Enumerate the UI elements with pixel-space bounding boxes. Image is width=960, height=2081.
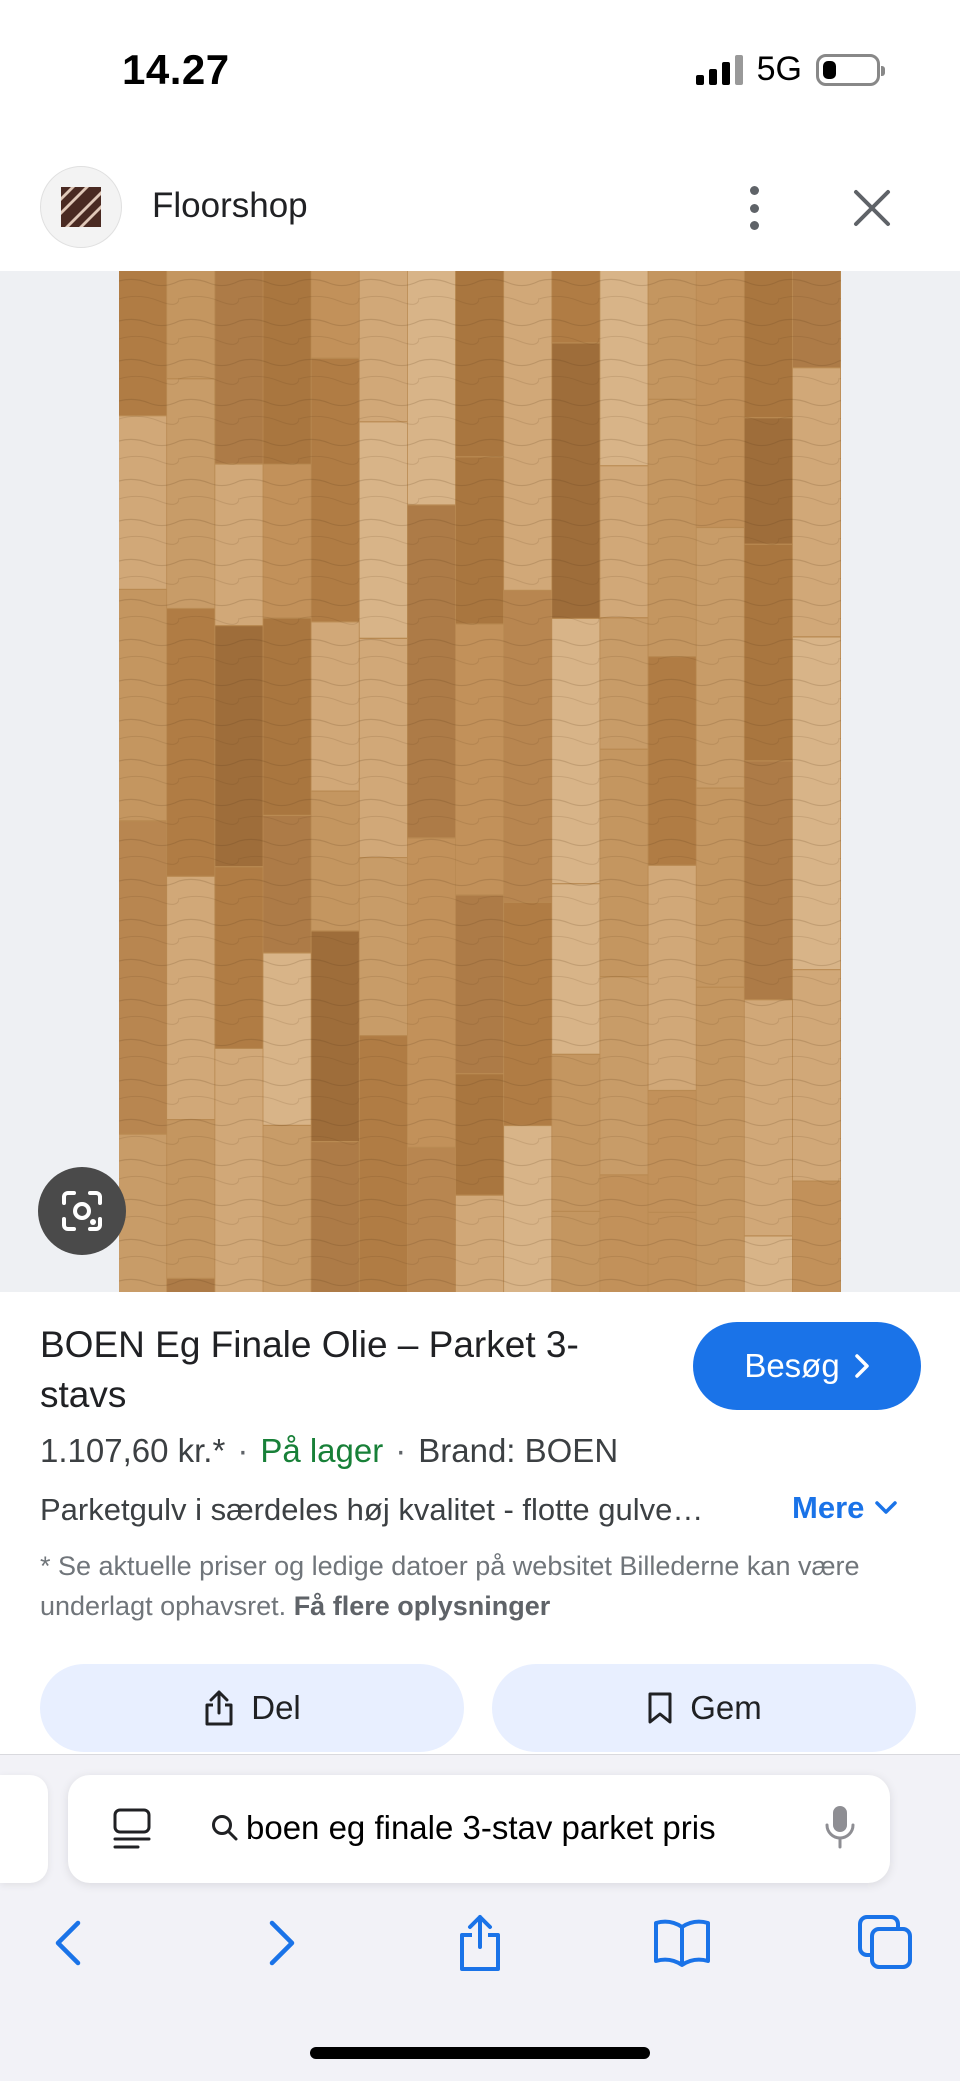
stock-status: På lager: [260, 1432, 384, 1469]
signal-icon: [695, 54, 743, 85]
back-icon[interactable]: [40, 1913, 100, 1973]
more-info-link[interactable]: Få flere oplysninger: [294, 1591, 551, 1621]
tabs-icon[interactable]: [856, 1913, 916, 1973]
battery-fill: [823, 60, 836, 79]
chevron-right-icon: [854, 1354, 869, 1378]
disclaimer: * Se aktuelle priser og ledige datoer på…: [40, 1546, 920, 1626]
home-indicator: [310, 2047, 650, 2059]
bookmarks-icon[interactable]: [652, 1913, 712, 1973]
site-header: Floorshop: [0, 160, 960, 270]
safari-share-icon[interactable]: [450, 1913, 510, 1973]
lens-icon: [62, 1191, 102, 1231]
save-button[interactable]: Gem: [492, 1664, 916, 1752]
product-description: Parketgulv i særdeles høj kvalitet - flo…: [40, 1492, 704, 1527]
meta-separator: ·: [395, 1432, 407, 1469]
network-label: 5G: [756, 50, 802, 88]
more-vert-icon[interactable]: [742, 186, 766, 230]
share-button[interactable]: Del: [40, 1664, 464, 1752]
visit-label: Besøg: [744, 1347, 840, 1384]
address-bar[interactable]: boen eg finale 3-stav parket pris: [68, 1775, 890, 1883]
more-link[interactable]: Mere: [792, 1490, 898, 1526]
site-logo[interactable]: [40, 166, 122, 248]
more-label: Mere: [792, 1490, 865, 1525]
visit-button[interactable]: Besøg: [693, 1322, 921, 1410]
previous-tab-preview[interactable]: [0, 1775, 48, 1883]
browser-toolbar: boen eg finale 3-stav parket pris: [0, 1754, 960, 2081]
product-meta: 1.107,60 kr.* · På lager · Brand: BOEN: [40, 1432, 618, 1470]
status-indicators: 5G: [695, 50, 885, 89]
bookmark-icon: [648, 1692, 672, 1724]
share-label: Del: [251, 1689, 301, 1726]
meta-separator: ·: [237, 1432, 249, 1469]
mic-icon[interactable]: [824, 1803, 856, 1853]
forward-icon[interactable]: [250, 1913, 310, 1973]
address-text: boen eg finale 3-stav parket pris: [246, 1809, 716, 1846]
save-label: Gem: [690, 1689, 762, 1726]
product-brand: Brand: BOEN: [418, 1432, 619, 1469]
chevron-down-icon: [875, 1501, 898, 1514]
address-text-wrap: boen eg finale 3-stav parket pris: [210, 1809, 716, 1847]
close-icon[interactable]: [850, 186, 894, 230]
floorshop-logo-icon: [61, 187, 101, 227]
share-icon: [205, 1690, 233, 1726]
lens-button[interactable]: [38, 1167, 126, 1255]
image-viewer: [0, 271, 960, 1292]
product-title[interactable]: BOEN Eg Finale Olie – Parket 3-stavs: [40, 1320, 660, 1420]
status-time: 14.27: [122, 46, 230, 93]
reader-icon[interactable]: [110, 1807, 154, 1851]
status-bar: 14.27 5G: [0, 0, 960, 140]
battery-icon: [816, 53, 885, 86]
site-name[interactable]: Floorshop: [152, 186, 308, 226]
product-price: 1.107,60 kr.*: [40, 1432, 226, 1469]
product-image[interactable]: [119, 271, 841, 1292]
search-icon: [212, 1815, 238, 1841]
